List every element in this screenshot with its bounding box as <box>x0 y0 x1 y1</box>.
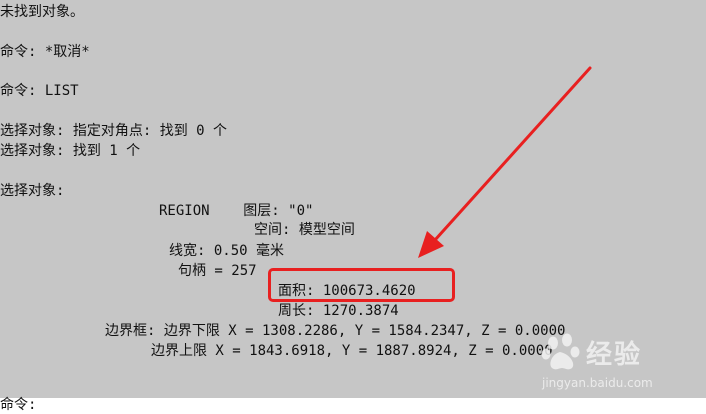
console-line-select-objects: 选择对象: <box>0 183 65 199</box>
command-prompt[interactable]: 命令: <box>0 396 36 414</box>
watermark-title: 经验 <box>586 340 643 370</box>
console-line-space: 空间: 模型空间 <box>254 222 355 238</box>
baidu-jingyan-watermark: 经验 jingyan.baidu.com <box>540 330 700 396</box>
console-line-cancel: 命令: *取消* <box>0 44 90 60</box>
console-line-select-found: 选择对象: 找到 1 个 <box>0 143 141 159</box>
console-line-perimeter: 周长: 1270.3874 <box>278 303 399 319</box>
console-line-region-layer: REGION 图层: "0" <box>159 203 314 219</box>
baidu-paw-logo-icon <box>541 333 580 370</box>
console-line-bounds-lower: 边界框: 边界下限 X = 1308.2286, Y = 1584.2347, … <box>105 323 566 339</box>
area-highlight-box <box>268 268 455 302</box>
console-line-bounds-upper: 边界上限 X = 1843.6918, Y = 1887.8924, Z = 0… <box>151 343 553 359</box>
console-line-select-corner: 选择对象: 指定对角点: 找到 0 个 <box>0 123 228 139</box>
console-line-handle: 句柄 = 257 <box>178 263 257 279</box>
watermark-url: jingyan.baidu.com <box>542 376 653 390</box>
console-line-lineweight: 线宽: 0.50 毫米 <box>169 243 285 259</box>
console-line-not-found: 未找到对象。 <box>0 4 84 20</box>
console-line-list-command: 命令: LIST <box>0 83 79 99</box>
